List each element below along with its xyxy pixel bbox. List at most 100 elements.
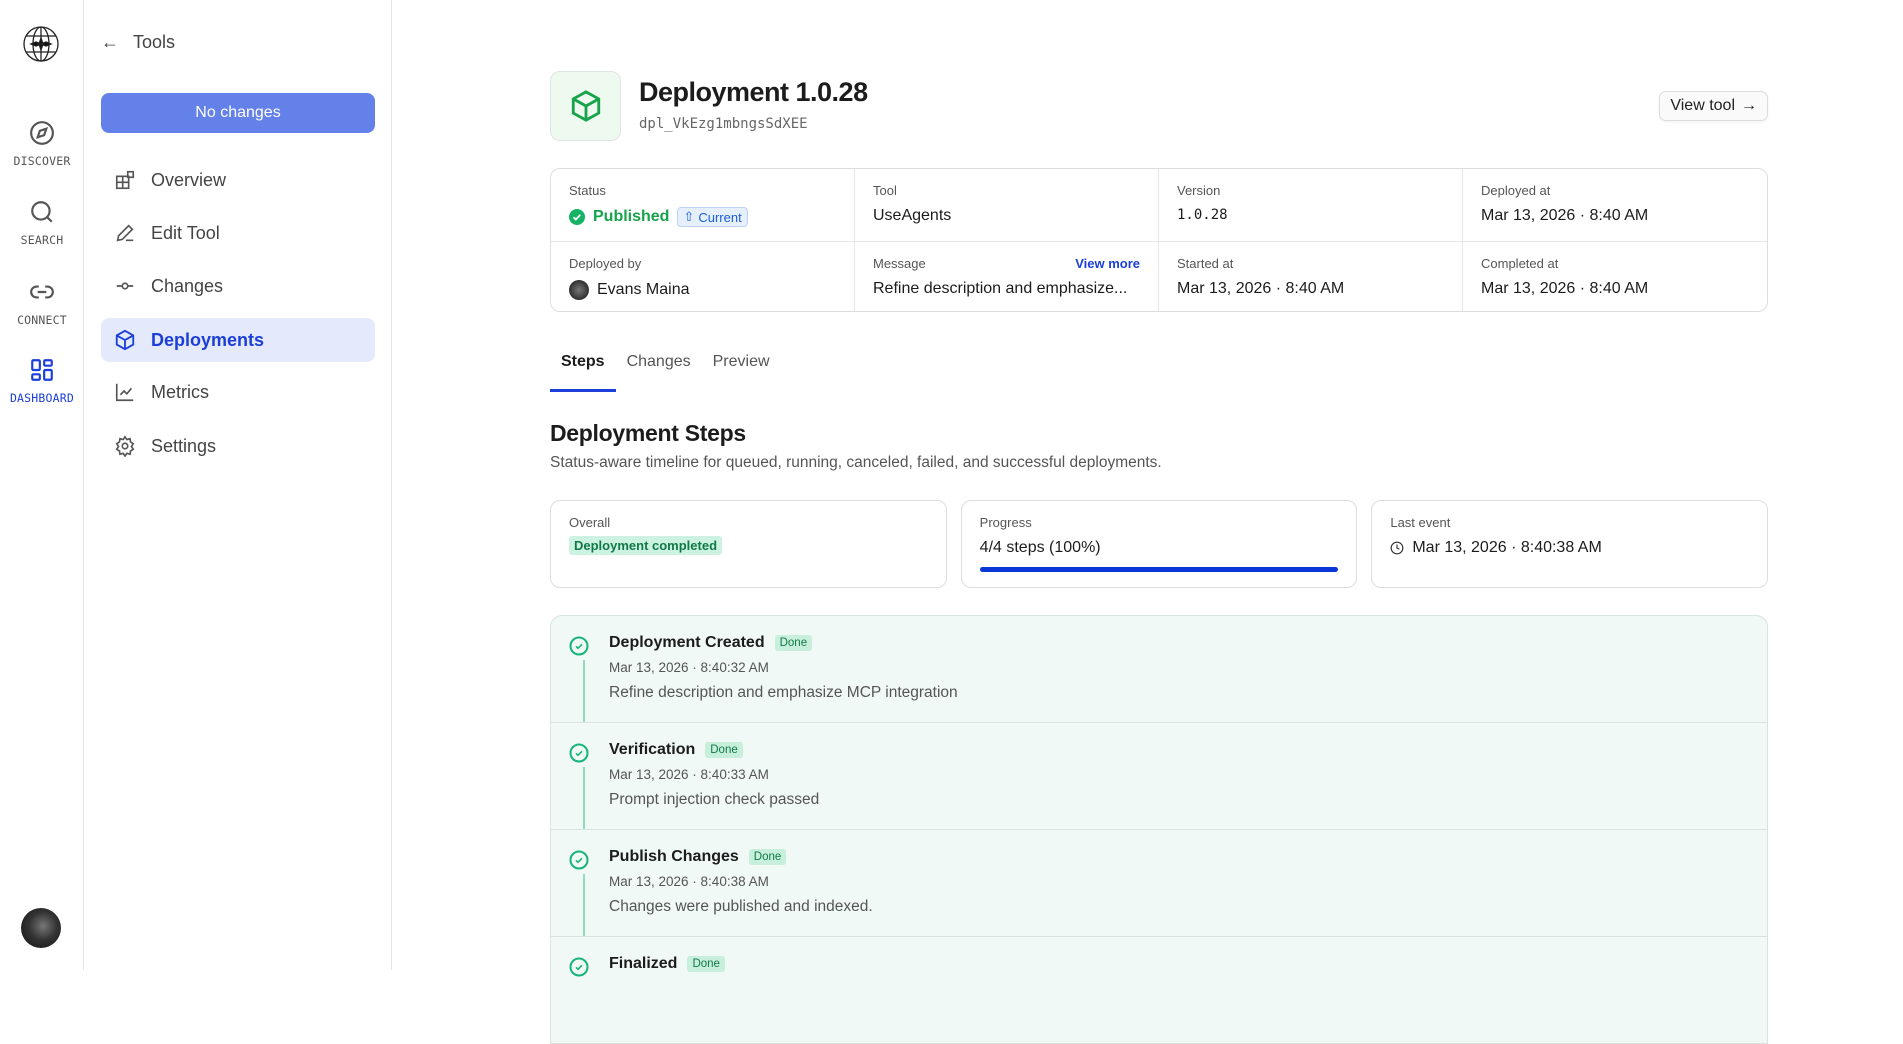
back-to-tools[interactable]: ← Tools: [101, 32, 175, 53]
gear-icon: [114, 435, 136, 457]
nav-label: Overview: [151, 170, 226, 191]
nav-label: Edit Tool: [151, 223, 220, 244]
overall-badge: Deployment completed: [569, 536, 722, 555]
section-subtitle: Status-aware timeline for queued, runnin…: [550, 454, 1162, 472]
nav-label: Settings: [151, 436, 216, 457]
arrow-left-icon: ←: [101, 32, 119, 53]
arrow-right-icon: →: [1741, 97, 1757, 115]
view-tool-button[interactable]: View tool →: [1659, 91, 1768, 121]
steps-timeline: Deployment Created Done Mar 13, 2026 · 8:4…: [550, 615, 1768, 1044]
summary-cards: Overall Deployment completed Progress 4/…: [550, 500, 1768, 588]
current-label: Current: [698, 210, 741, 225]
deployed-by-cell: Deployed by Evans Maina: [551, 242, 855, 312]
last-event-value: Mar 13, 2026 · 8:40:38 AM: [1412, 539, 1601, 557]
step-title: Finalized: [609, 955, 677, 973]
label: Last event: [1390, 515, 1749, 530]
rail-label: SEARCH: [0, 233, 84, 247]
step-message: Prompt injection check passed: [609, 791, 1767, 809]
nav-label: Changes: [151, 276, 223, 297]
timeline-step: FinalizedDone: [551, 937, 1767, 1044]
user-avatar[interactable]: [21, 908, 61, 948]
tab-preview[interactable]: Preview: [702, 350, 781, 392]
overall-card: Overall Deployment completed: [550, 500, 947, 588]
message-cell: Message View more Refine description and…: [855, 242, 1159, 312]
completed-at-value: Mar 13, 2026 · 8:40 AM: [1481, 280, 1749, 298]
label: Deployed at: [1481, 183, 1749, 198]
overview-icon: [114, 169, 136, 191]
icon-rail: DISCOVER SEARCH CONNECT DASHBOARD: [0, 0, 84, 970]
sidebar-item-changes[interactable]: Changes: [101, 264, 375, 308]
label: Completed at: [1481, 256, 1749, 271]
deployed-by-value: Evans Maina: [597, 281, 690, 299]
progress-value: 4/4 steps (100%): [980, 539, 1339, 557]
step-title: Deployment Created: [609, 634, 765, 652]
version-cell: Version 1.0.28: [1159, 169, 1463, 242]
timeline-connector: [583, 660, 585, 722]
step-title: Verification: [609, 741, 695, 759]
rail-connect[interactable]: CONNECT: [0, 279, 84, 327]
started-at-value: Mar 13, 2026 · 8:40 AM: [1177, 280, 1444, 298]
commit-icon: [114, 275, 136, 297]
sidebar-item-overview[interactable]: Overview: [101, 158, 375, 202]
completed-at-cell: Completed at Mar 13, 2026 · 8:40 AM: [1463, 242, 1767, 312]
timeline-step: VerificationDoneMar 13, 2026 · 8:40:33 A…: [551, 723, 1767, 830]
label: Version: [1177, 183, 1444, 198]
rail-dashboard[interactable]: DASHBOARD: [0, 357, 84, 405]
status-cell: Status Published ⇧Current: [551, 169, 855, 242]
rail-discover[interactable]: DISCOVER: [0, 120, 84, 168]
version-value: 1.0.28: [1177, 207, 1444, 223]
started-at-cell: Started at Mar 13, 2026 · 8:40 AM: [1159, 242, 1463, 312]
current-badge: ⇧ Current: [677, 207, 747, 227]
rail-label: CONNECT: [0, 313, 84, 327]
timeline-connector: [583, 767, 585, 829]
arrow-up-circle-icon: ⇧: [683, 209, 694, 225]
last-event-card: Last event Mar 13, 2026 · 8:40:38 AM: [1371, 500, 1768, 588]
label: Deployed by: [569, 256, 836, 271]
step-message: Changes were published and indexed.: [609, 898, 1767, 916]
cube-icon: [569, 89, 603, 123]
deployed-at-cell: Deployed at Mar 13, 2026 · 8:40 AM: [1463, 169, 1767, 242]
nav-label: Metrics: [151, 382, 209, 403]
rail-label: DISCOVER: [0, 154, 84, 168]
globe-logo-icon[interactable]: [22, 25, 60, 63]
step-time: Mar 13, 2026 · 8:40:32 AM: [609, 660, 1767, 675]
deployed-at-value: Mar 13, 2026 · 8:40 AM: [1481, 207, 1749, 225]
page-title: Deployment 1.0.28: [639, 77, 868, 108]
tab-steps[interactable]: Steps: [550, 350, 616, 392]
view-more-link[interactable]: View more: [1075, 256, 1140, 271]
nav-label: Deployments: [151, 330, 264, 351]
sidebar-item-settings[interactable]: Settings: [101, 424, 375, 468]
back-label: Tools: [133, 32, 175, 53]
tab-bar: Steps Changes Preview: [550, 350, 781, 392]
progress-card: Progress 4/4 steps (100%): [961, 500, 1358, 588]
rail-label: DASHBOARD: [0, 391, 84, 405]
check-circle-icon: [569, 850, 589, 870]
step-status-badge: Done: [749, 849, 787, 865]
dashboard-icon: [29, 357, 55, 383]
chart-line-icon: [114, 381, 136, 403]
tool-value: UseAgents: [873, 207, 1140, 225]
sidebar-item-edit-tool[interactable]: Edit Tool: [101, 211, 375, 255]
search-icon: [29, 199, 55, 225]
progress-fill: [980, 567, 1339, 572]
deployment-icon: [550, 71, 621, 141]
tab-changes[interactable]: Changes: [616, 350, 702, 392]
clock-icon: [1390, 541, 1404, 555]
sidebar-item-metrics[interactable]: Metrics: [101, 370, 375, 414]
sidebar-item-deployments[interactable]: Deployments: [101, 318, 375, 362]
tool-sidebar: ← Tools No changes Overview Edit Tool Ch…: [84, 0, 392, 970]
step-message: Refine description and emphasize MCP int…: [609, 684, 1767, 702]
compass-icon: [29, 120, 55, 146]
check-circle-icon: [569, 209, 585, 225]
label: Tool: [873, 183, 1140, 198]
step-title: Publish Changes: [609, 848, 739, 866]
tool-cell: Tool UseAgents: [855, 169, 1159, 242]
check-circle-icon: [569, 636, 589, 656]
label: Progress: [980, 515, 1339, 530]
rail-search[interactable]: SEARCH: [0, 199, 84, 247]
section-title: Deployment Steps: [550, 420, 746, 447]
no-changes-button[interactable]: No changes: [101, 93, 375, 133]
progress-bar: [980, 567, 1339, 572]
pencil-icon: [114, 222, 136, 244]
cube-icon: [114, 329, 136, 351]
